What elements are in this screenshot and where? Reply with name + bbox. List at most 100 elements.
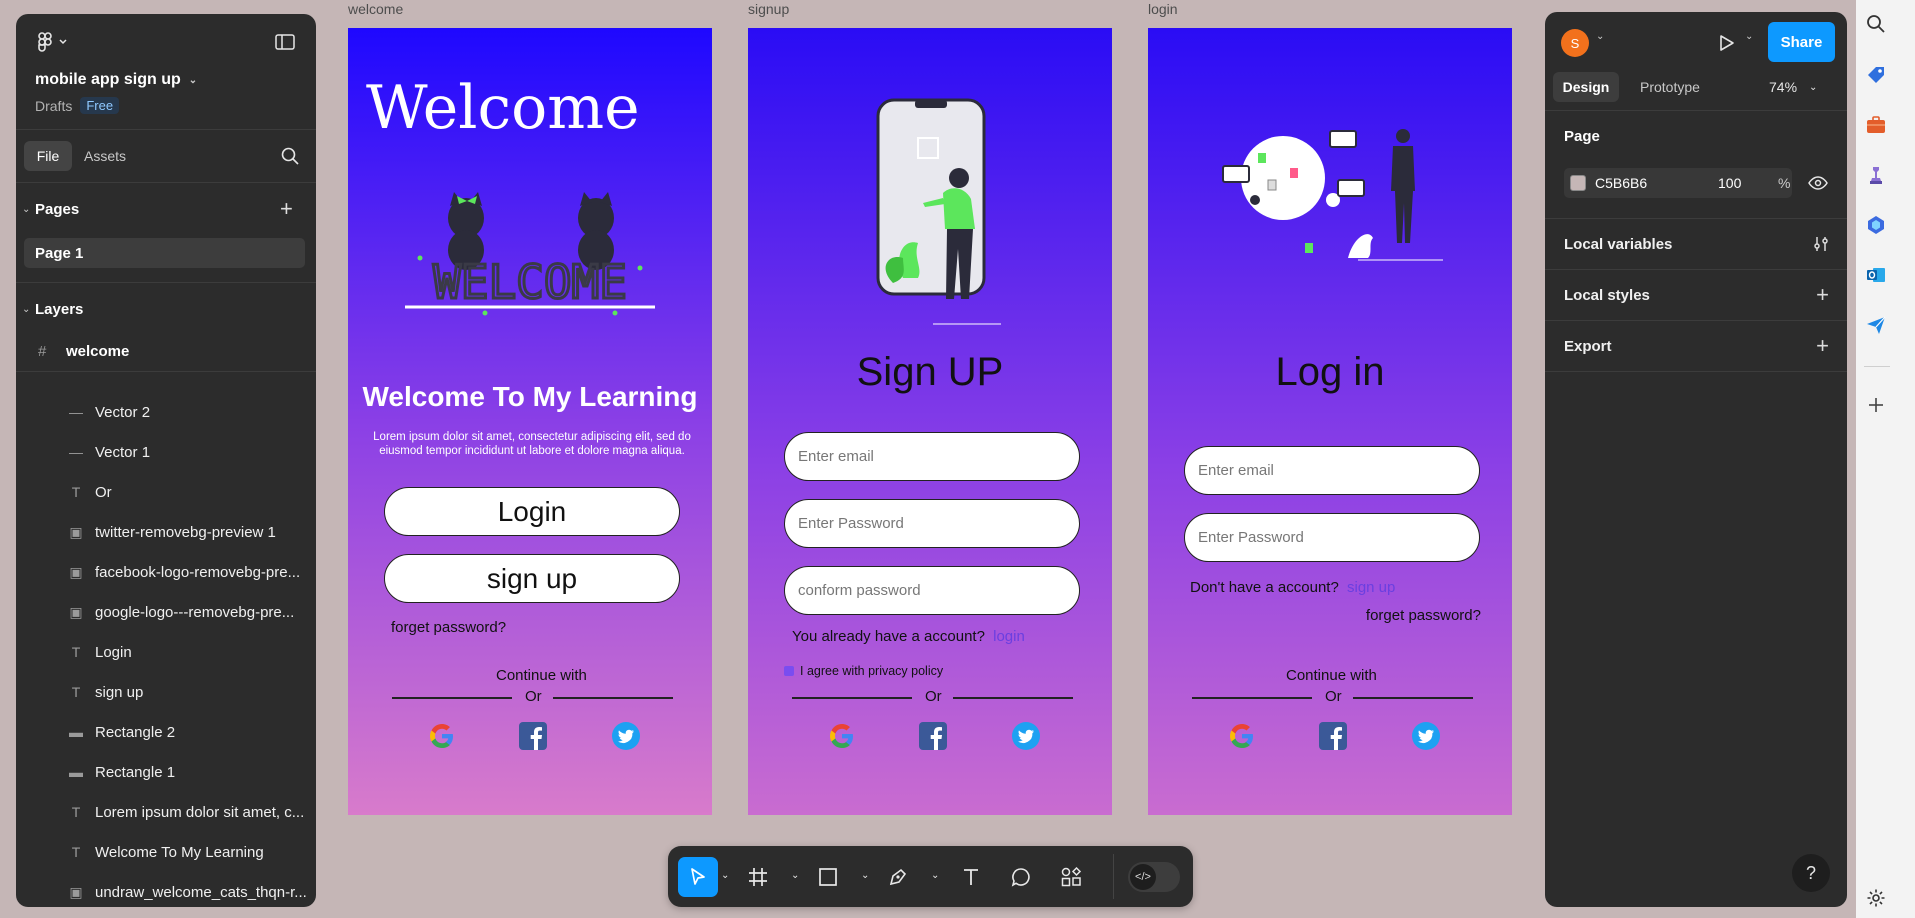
- help-button[interactable]: ?: [1792, 854, 1830, 892]
- frame-tool-chevron-icon[interactable]: ⌄: [791, 870, 799, 881]
- forgot-password-link[interactable]: forget password?: [391, 619, 506, 636]
- rail-search-icon[interactable]: [1862, 10, 1890, 38]
- local-variables-label: Local variables: [1564, 235, 1673, 253]
- login-button[interactable]: Login: [384, 487, 680, 536]
- collapse-pages-icon[interactable]: ⌄: [22, 204, 30, 215]
- frame-label-welcome[interactable]: welcome: [348, 1, 403, 17]
- frame-tool-button[interactable]: [738, 857, 778, 897]
- twitter-icon[interactable]: [611, 721, 641, 751]
- search-icon[interactable]: [280, 146, 300, 166]
- dev-mode-toggle[interactable]: </>: [1128, 862, 1180, 892]
- pen-tool-button[interactable]: [878, 857, 918, 897]
- settings-gear-icon[interactable]: [1862, 884, 1890, 912]
- layer-row[interactable]: T Or: [16, 472, 316, 512]
- layer-row[interactable]: — Vector 1: [16, 432, 316, 472]
- toggle-sidebar-icon[interactable]: [274, 33, 296, 51]
- tab-assets[interactable]: Assets: [84, 141, 126, 171]
- google-icon[interactable]: [827, 721, 857, 751]
- layer-label: Vector 1: [95, 443, 151, 461]
- tag-icon[interactable]: [1862, 61, 1890, 89]
- figma-menu-icon[interactable]: [36, 31, 76, 53]
- move-tool-chevron-icon[interactable]: ⌄: [721, 870, 729, 881]
- add-export-icon[interactable]: +: [1816, 333, 1829, 359]
- privacy-checkbox[interactable]: [784, 666, 794, 676]
- layer-row-root[interactable]: # welcome: [16, 336, 316, 366]
- login-email-input[interactable]: Enter email: [1184, 446, 1480, 495]
- tab-file[interactable]: File: [24, 141, 72, 171]
- page-item-page-1[interactable]: Page 1: [24, 238, 305, 268]
- layer-row[interactable]: T Welcome To My Learning: [16, 832, 316, 872]
- share-button[interactable]: Share: [1768, 22, 1835, 62]
- tab-prototype[interactable]: Prototype: [1640, 72, 1700, 102]
- frame-label-login[interactable]: login: [1148, 1, 1178, 17]
- eye-icon[interactable]: [1807, 174, 1829, 192]
- frame-label-signup[interactable]: signup: [748, 1, 789, 17]
- pen-tool-chevron-icon[interactable]: ⌄: [931, 870, 939, 881]
- facebook-icon[interactable]: [518, 721, 548, 751]
- divider-left: [792, 697, 912, 699]
- facebook-icon[interactable]: [918, 721, 948, 751]
- signup-password-input[interactable]: Enter Password: [784, 499, 1080, 548]
- collapse-layers-icon[interactable]: ⌄: [22, 304, 30, 315]
- page-color-swatch[interactable]: [1570, 175, 1586, 191]
- twitter-icon[interactable]: [1411, 721, 1441, 751]
- text-tool-button[interactable]: [951, 857, 991, 897]
- comment-tool-button[interactable]: [1001, 857, 1041, 897]
- local-variables-section[interactable]: Local variables: [1545, 219, 1847, 269]
- layer-row[interactable]: ▣ undraw_welcome_cats_thqn-r...: [16, 872, 316, 907]
- text-icon: T: [71, 684, 81, 700]
- shape-tool-button[interactable]: [808, 857, 848, 897]
- shape-tool-chevron-icon[interactable]: ⌄: [861, 870, 869, 881]
- drafts-label[interactable]: Drafts: [35, 98, 72, 114]
- forgot-password-link[interactable]: forget password?: [1366, 607, 1481, 624]
- present-chevron-icon[interactable]: ⌄: [1745, 31, 1753, 42]
- signup-link[interactable]: sign up: [1347, 579, 1395, 596]
- login-link[interactable]: login: [993, 628, 1025, 645]
- login-password-input[interactable]: Enter Password: [1184, 513, 1480, 562]
- file-name[interactable]: mobile app sign up ⌄: [35, 71, 197, 89]
- add-style-icon[interactable]: +: [1816, 282, 1829, 308]
- layer-row[interactable]: ▬ Rectangle 2: [16, 712, 316, 752]
- google-icon[interactable]: [427, 721, 457, 751]
- divider-left: [392, 697, 512, 699]
- facebook-icon[interactable]: [1318, 721, 1348, 751]
- frame-login[interactable]: Log in Enter email Enter Password Don't …: [1148, 28, 1512, 815]
- layer-row[interactable]: T Lorem ipsum dolor sit amet, c...: [16, 792, 316, 832]
- copilot-icon[interactable]: [1862, 211, 1890, 239]
- actions-tool-button[interactable]: [1051, 857, 1091, 897]
- twitter-icon[interactable]: [1011, 721, 1041, 751]
- layer-row[interactable]: T Login: [16, 632, 316, 672]
- layer-row[interactable]: ▣ google-logo---removebg-pre...: [16, 592, 316, 632]
- export-section[interactable]: Export +: [1545, 321, 1847, 371]
- zoom-control[interactable]: 74% ⌄: [1769, 72, 1817, 102]
- layer-row[interactable]: Tsign up: [16, 672, 316, 712]
- add-app-icon[interactable]: [1862, 391, 1890, 419]
- send-icon[interactable]: [1862, 311, 1890, 339]
- briefcase-icon[interactable]: [1862, 111, 1890, 139]
- google-icon[interactable]: [1227, 721, 1257, 751]
- present-button[interactable]: [1713, 32, 1739, 54]
- move-tool-button[interactable]: [678, 857, 718, 897]
- rail-divider: [1864, 366, 1890, 367]
- layer-row[interactable]: ▬ Rectangle 1: [16, 752, 316, 792]
- layer-row[interactable]: ▣ facebook-logo-removebg-pre...: [16, 552, 316, 592]
- avatar[interactable]: S: [1561, 29, 1589, 57]
- add-page-icon[interactable]: +: [280, 196, 293, 222]
- outlook-icon[interactable]: [1862, 261, 1890, 289]
- page-opacity-value[interactable]: 100: [1718, 175, 1741, 191]
- layer-row[interactable]: — Vector 2: [16, 392, 316, 432]
- avatar-chevron-icon[interactable]: ⌄: [1596, 31, 1604, 42]
- frame-welcome[interactable]: Welcome WELCOME Welcome To My Learning L…: [348, 28, 712, 815]
- chess-icon[interactable]: [1862, 161, 1890, 189]
- signup-confirm-password-input[interactable]: conform password: [784, 566, 1080, 615]
- tab-design[interactable]: Design: [1553, 72, 1619, 102]
- privacy-policy-label: I agree with privacy policy: [800, 664, 944, 678]
- variables-settings-icon[interactable]: [1812, 235, 1830, 253]
- signup-email-input[interactable]: Enter email: [784, 432, 1080, 481]
- frame-signup[interactable]: Sign UP Enter email Enter Password confo…: [748, 28, 1112, 815]
- layer-row[interactable]: ▣ twitter-removebg-preview 1: [16, 512, 316, 552]
- local-styles-section[interactable]: Local styles +: [1545, 270, 1847, 320]
- signup-button[interactable]: sign up: [384, 554, 680, 603]
- text-icon: T: [71, 804, 81, 820]
- page-color-field[interactable]: C5B6B6 100 %: [1564, 168, 1792, 198]
